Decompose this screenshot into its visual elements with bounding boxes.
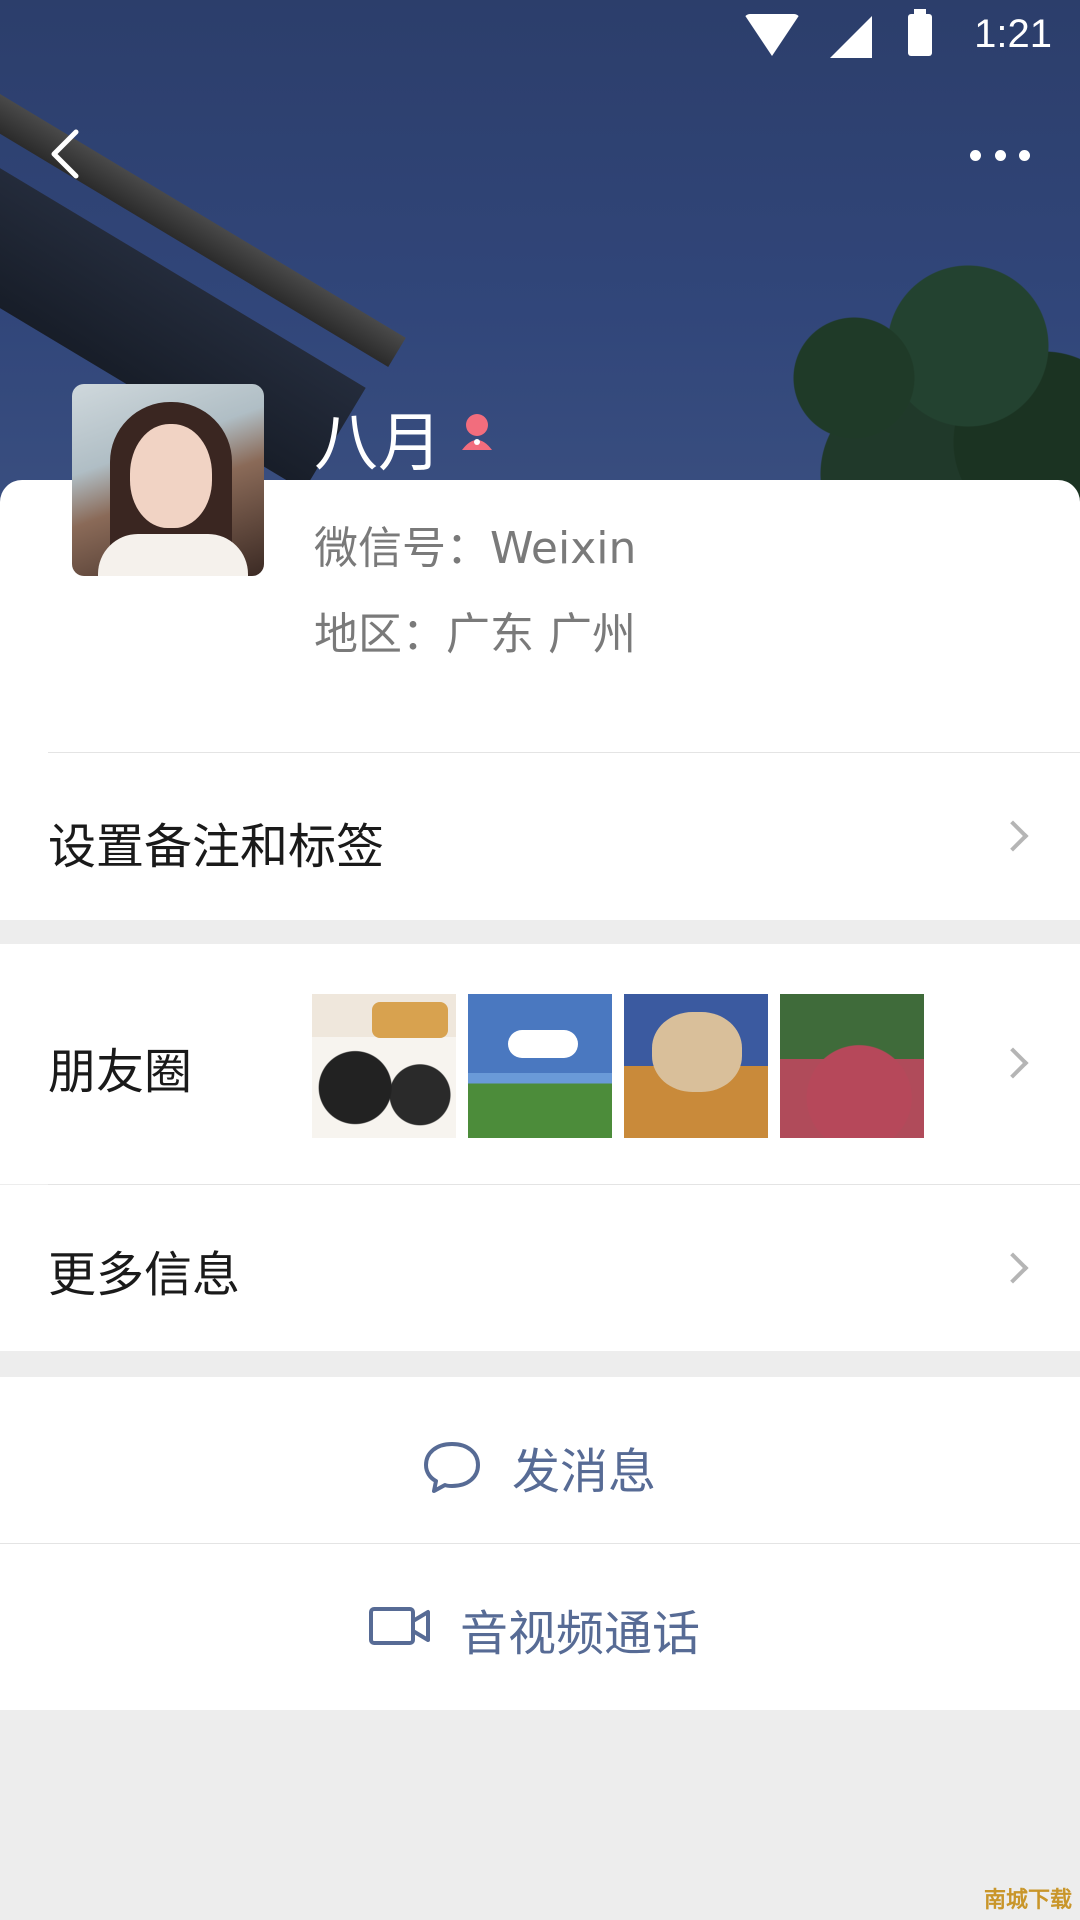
more-dot-icon <box>1019 149 1030 161</box>
wechat-id-value: Weixin <box>490 523 637 574</box>
female-gender-icon <box>462 414 492 450</box>
status-bar: 1:21 <box>0 0 1080 80</box>
wechat-id-label: 微信号： <box>314 523 490 574</box>
wechat-id: 微信号：Weixin <box>314 512 636 576</box>
moments-thumbnail <box>312 994 456 1138</box>
moments-label: 朋友圈 <box>48 1044 193 1100</box>
region-label: 地区： <box>314 609 446 660</box>
avatar[interactable] <box>72 384 264 576</box>
send-message-label: 发消息 <box>512 1444 657 1500</box>
more-info-row[interactable]: 更多信息 <box>0 1185 1080 1351</box>
more-dot-icon <box>970 149 981 161</box>
remark-tags-label: 设置备注和标签 <box>48 819 385 875</box>
chevron-right-icon <box>997 820 1029 852</box>
status-time: 1:21 <box>974 12 1052 56</box>
avatar-face <box>130 424 212 528</box>
video-call-label: 音视频通话 <box>460 1606 701 1662</box>
chevron-left-icon <box>51 129 79 179</box>
more-dot-icon <box>994 149 1006 161</box>
profile-name: 八月 <box>314 407 442 481</box>
avatar-body <box>98 534 248 576</box>
chevron-right-icon <box>997 1252 1029 1284</box>
more-info-label: 更多信息 <box>48 1247 241 1303</box>
region: 地区：广东 广州 <box>314 598 636 662</box>
battery-icon <box>908 9 932 56</box>
more-options-button[interactable] <box>960 130 1040 180</box>
chevron-right-icon <box>997 1047 1029 1079</box>
remark-tags-row[interactable]: 设置备注和标签 <box>0 753 1080 919</box>
back-button[interactable] <box>40 124 100 184</box>
chat-bubble-icon <box>424 1442 480 1493</box>
moments-thumbnail <box>780 994 924 1138</box>
video-camera-icon <box>369 1607 430 1645</box>
wifi-icon <box>744 14 800 56</box>
moments-thumbnail <box>624 994 768 1138</box>
watermark: 南城下载 <box>983 1888 1072 1913</box>
moments-thumbnail <box>468 994 612 1138</box>
signal-icon <box>830 16 872 58</box>
region-value: 广东 广州 <box>446 609 636 660</box>
